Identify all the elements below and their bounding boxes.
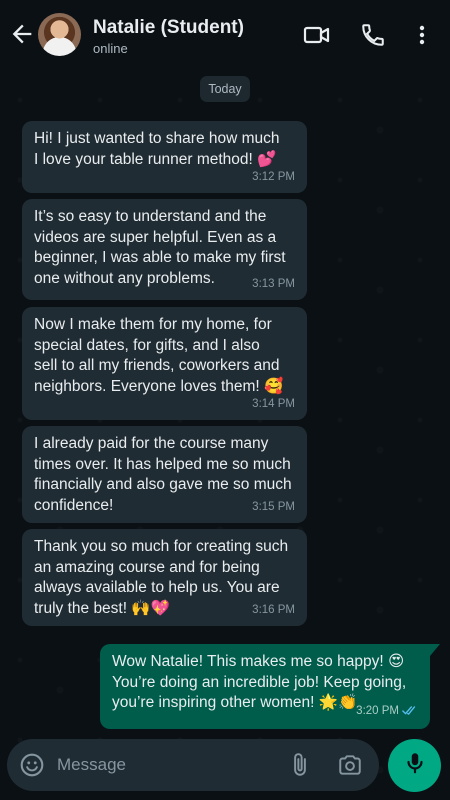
message-bubble-incoming[interactable]: I already paid for the course many times… xyxy=(22,426,307,523)
arrow-left-icon[interactable] xyxy=(8,20,36,48)
message-time: 3:14 PM xyxy=(252,397,295,410)
message-text: Hi! I just wanted to share how much I lo… xyxy=(34,130,280,168)
mic-icon xyxy=(402,750,428,781)
message-input[interactable] xyxy=(57,751,277,779)
message-time: 3:13 PM xyxy=(252,277,295,290)
phone-icon[interactable] xyxy=(360,22,386,48)
video-call-icon[interactable] xyxy=(303,22,331,48)
contact-name[interactable]: Natalie (Student) xyxy=(93,17,244,39)
day-divider: Today xyxy=(200,76,250,102)
attach-icon[interactable] xyxy=(287,752,313,778)
emoji-icon[interactable] xyxy=(19,752,45,778)
message-bubble-incoming[interactable]: Now I make them for my home, for special… xyxy=(22,307,307,420)
mic-button[interactable] xyxy=(388,739,441,792)
message-time: 3:20 PM xyxy=(356,704,399,717)
message-time: 3:15 PM xyxy=(252,500,295,513)
more-vertical-icon[interactable] xyxy=(412,22,432,48)
message-bubble-incoming[interactable]: Hi! I just wanted to share how much I lo… xyxy=(22,121,307,193)
message-meta: 3:20 PM xyxy=(356,701,418,724)
double-check-read-icon xyxy=(402,703,418,724)
bubble-tail xyxy=(430,644,440,656)
message-time: 3:12 PM xyxy=(252,170,295,183)
message-text: Now I make them for my home, for special… xyxy=(34,316,284,395)
message-bubble-outgoing[interactable]: Wow Natalie! This makes me so happy! 😍 Y… xyxy=(100,644,430,729)
camera-icon[interactable] xyxy=(337,752,363,778)
message-bubble-incoming[interactable]: Thank you so much for creating such an a… xyxy=(22,529,307,626)
chat-header: Natalie (Student) online xyxy=(0,0,450,68)
message-composer xyxy=(7,739,379,791)
contact-status: online xyxy=(93,41,128,56)
message-time: 3:16 PM xyxy=(252,603,295,616)
avatar[interactable] xyxy=(38,13,81,56)
message-bubble-incoming[interactable]: It’s so easy to understand and the video… xyxy=(22,199,307,300)
